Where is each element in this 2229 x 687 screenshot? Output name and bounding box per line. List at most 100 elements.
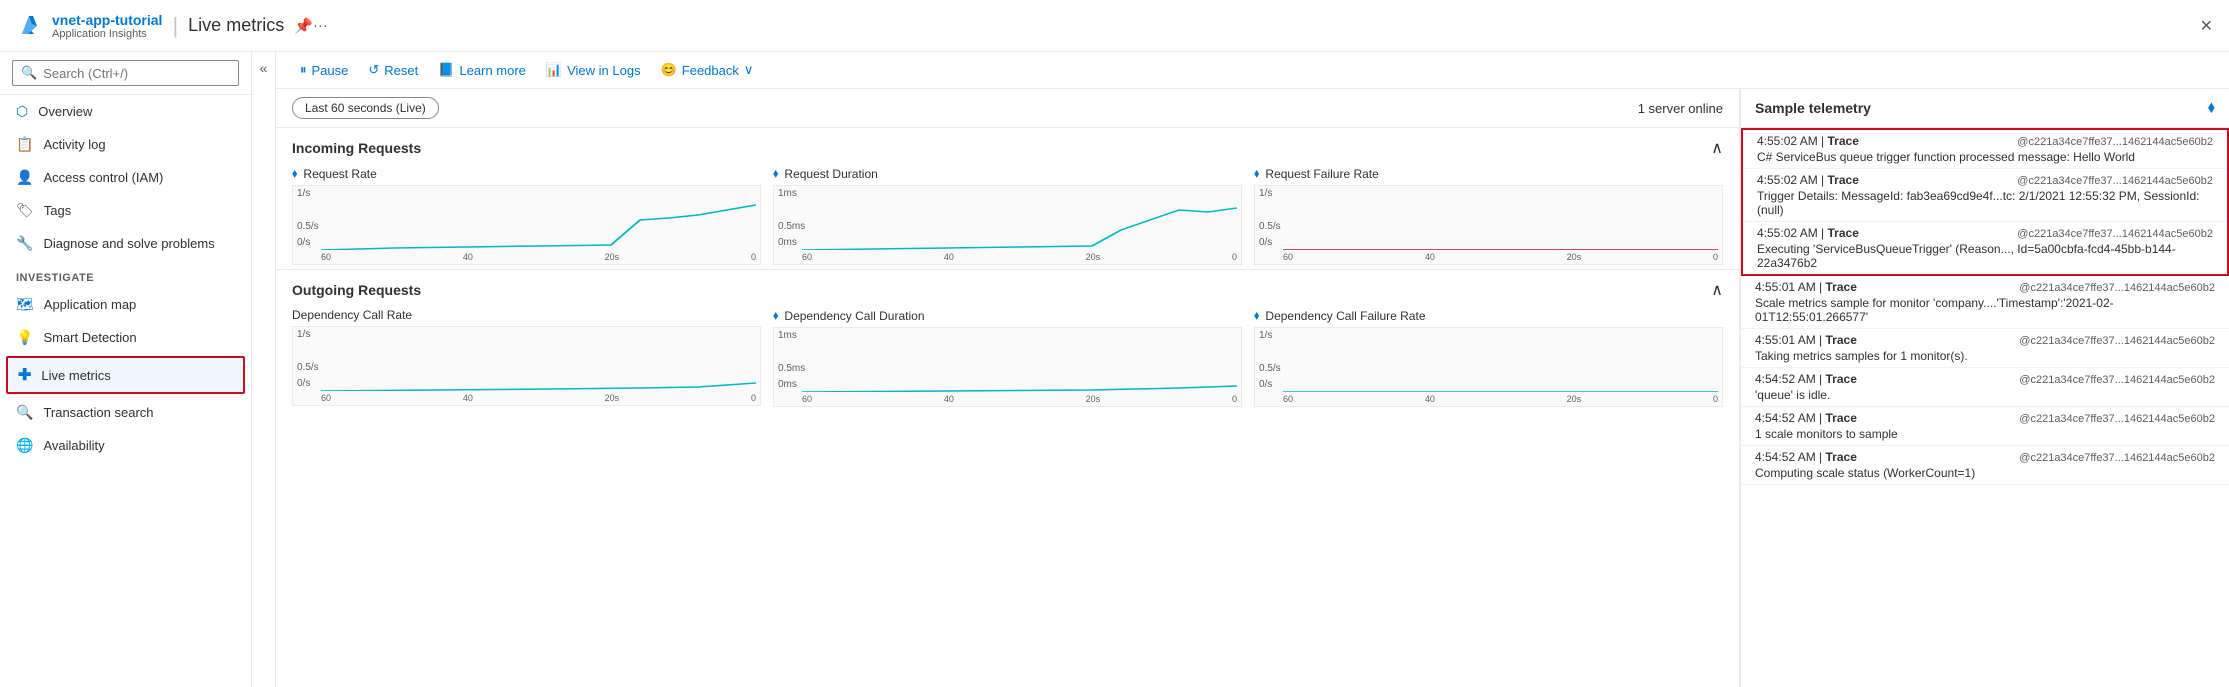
telemetry-item-3[interactable]: 4:55:01 AM | Trace @c221a34ce7ffe37...14… — [1741, 276, 2229, 329]
nav-smart-detection[interactable]: 💡 Smart Detection — [0, 321, 251, 354]
investigate-section-header: Investigate — [0, 260, 251, 288]
access-control-label: Access control (IAM) — [43, 170, 163, 185]
request-duration-title: Request Duration — [784, 167, 877, 181]
telemetry-time-2: 4:55:02 AM — [1757, 226, 1818, 240]
application-map-icon: 🗺 — [16, 296, 34, 313]
telemetry-type-5: Trace — [1826, 372, 1857, 386]
feedback-icon: 😊 — [661, 62, 677, 78]
telemetry-message-1: Trigger Details: MessageId: fab3ea69cd9e… — [1757, 189, 2213, 217]
telemetry-type-4: Trace — [1826, 333, 1857, 347]
telemetry-message-4: Taking metrics samples for 1 monitor(s). — [1755, 349, 2215, 363]
live-metrics-icon: ✚ — [18, 365, 31, 385]
search-icon: 🔍 — [21, 65, 37, 81]
sidebar: 🔍 ⬡ Overview 📋 Activity log 👤 Access con… — [0, 52, 252, 687]
feedback-button[interactable]: 😊 Feedback ∨ — [653, 58, 762, 82]
nav-diagnose[interactable]: 🔧 Diagnose and solve problems — [0, 227, 251, 260]
availability-icon: 🌐 — [16, 437, 33, 454]
view-in-logs-button[interactable]: 📊 View in Logs — [538, 58, 649, 82]
telemetry-type-3: Trace — [1826, 280, 1857, 294]
telemetry-id-5: @c221a34ce7ffe37...1462144ac5e60b2 — [2019, 374, 2215, 386]
pin-button[interactable]: 📌 — [294, 17, 313, 35]
telemetry-item-5[interactable]: 4:54:52 AM | Trace @c221a34ce7ffe37...14… — [1741, 368, 2229, 407]
dep-duration-filter-icon[interactable]: ⬧ — [773, 308, 778, 323]
dependency-call-duration-metric: ⬧ Dependency Call Duration 1ms 0.5ms 0ms — [773, 308, 1242, 407]
telemetry-item-0[interactable]: 4:55:02 AM | Trace @c221a34ce7ffe37...14… — [1743, 130, 2227, 169]
learn-more-button[interactable]: 📘 Learn more — [430, 58, 534, 82]
outgoing-collapse-button[interactable]: ∧ — [1711, 280, 1723, 300]
telemetry-item-2[interactable]: 4:55:02 AM | Trace @c221a34ce7ffe37...14… — [1743, 222, 2227, 274]
dep-failure-filter-icon[interactable]: ⬧ — [1254, 308, 1259, 323]
telemetry-title: Sample telemetry — [1755, 100, 1871, 116]
telemetry-message-0: C# ServiceBus queue trigger function pro… — [1757, 150, 2213, 164]
view-in-logs-icon: 📊 — [546, 62, 562, 78]
tags-icon: 🏷 — [16, 202, 34, 219]
nav-tags[interactable]: 🏷 Tags — [0, 194, 251, 227]
incoming-collapse-button[interactable]: ∧ — [1711, 138, 1723, 158]
request-failure-rate-metric: ⬧ Request Failure Rate 1/s 0.5/s 0/s — [1254, 166, 1723, 265]
header-divider: | — [172, 13, 178, 39]
pause-icon: ⏸ — [300, 62, 307, 78]
transaction-search-icon: 🔍 — [16, 404, 33, 421]
app-subtitle: Application Insights — [52, 28, 162, 40]
overview-label: Overview — [38, 104, 92, 119]
time-badge: Last 60 seconds (Live) — [292, 97, 439, 119]
telemetry-type-6: Trace — [1826, 411, 1857, 425]
telemetry-message-2: Executing 'ServiceBusQueueTrigger' (Reas… — [1757, 242, 2213, 270]
request-duration-metric: ⬧ Request Duration 1ms 0.5ms 0ms — [773, 166, 1242, 265]
overview-icon: ⬡ — [16, 103, 28, 120]
telemetry-time-5: 4:54:52 AM — [1755, 372, 1816, 386]
live-metrics-label: Live metrics — [41, 368, 110, 383]
nav-live-metrics[interactable]: ✚ Live metrics — [8, 358, 243, 392]
page-title: Live metrics — [188, 15, 284, 36]
dep-duration-title: Dependency Call Duration — [784, 309, 924, 323]
smart-detection-label: Smart Detection — [43, 330, 136, 345]
telemetry-item-6[interactable]: 4:54:52 AM | Trace @c221a34ce7ffe37...14… — [1741, 407, 2229, 446]
telemetry-type-1: Trace — [1828, 173, 1859, 187]
request-rate-metric: ⬧ Request Rate 1/s 0.5/s 0/s — [292, 166, 761, 265]
telemetry-id-1: @c221a34ce7ffe37...1462144ac5e60b2 — [2017, 175, 2213, 187]
telemetry-filter-icon[interactable]: ⬧ — [2208, 99, 2215, 117]
telemetry-id-6: @c221a34ce7ffe37...1462144ac5e60b2 — [2019, 413, 2215, 425]
sidebar-collapse-button[interactable]: « — [260, 60, 268, 76]
nav-access-control[interactable]: 👤 Access control (IAM) — [0, 161, 251, 194]
reset-button[interactable]: ↺ Reset — [360, 58, 426, 82]
nav-overview[interactable]: ⬡ Overview — [0, 95, 251, 128]
search-input[interactable] — [43, 66, 230, 81]
pause-button[interactable]: ⏸ Pause — [292, 58, 356, 82]
app-name: vnet-app-tutorial — [52, 12, 162, 28]
telemetry-panel: Sample telemetry ⬧ 4:55:02 AM | Trace @c… — [1739, 89, 2229, 687]
request-failure-rate-title: Request Failure Rate — [1265, 167, 1378, 181]
dependency-call-failure-rate-metric: ⬧ Dependency Call Failure Rate 1/s 0.5/s… — [1254, 308, 1723, 407]
telemetry-message-5: 'queue' is idle. — [1755, 388, 2215, 402]
incoming-requests-title: Incoming Requests — [292, 140, 421, 156]
reset-icon: ↺ — [368, 62, 379, 78]
telemetry-time-7: 4:54:52 AM — [1755, 450, 1816, 464]
request-duration-filter-icon[interactable]: ⬧ — [773, 166, 778, 181]
feedback-dropdown-icon: ∨ — [744, 62, 754, 78]
telemetry-message-3: Scale metrics sample for monitor 'compan… — [1755, 296, 2215, 324]
more-options-button[interactable]: ··· — [313, 17, 328, 34]
transaction-search-label: Transaction search — [43, 405, 153, 420]
telemetry-id-2: @c221a34ce7ffe37...1462144ac5e60b2 — [2017, 228, 2213, 240]
nav-application-map[interactable]: 🗺 Application map — [0, 288, 251, 321]
outgoing-requests-title: Outgoing Requests — [292, 282, 421, 298]
request-rate-filter-icon[interactable]: ⬧ — [292, 166, 297, 181]
nav-transaction-search[interactable]: 🔍 Transaction search — [0, 396, 251, 429]
diagnose-icon: 🔧 — [16, 235, 33, 252]
telemetry-time-4: 4:55:01 AM — [1755, 333, 1816, 347]
nav-activity-log[interactable]: 📋 Activity log — [0, 128, 251, 161]
telemetry-item-1[interactable]: 4:55:02 AM | Trace @c221a34ce7ffe37...14… — [1743, 169, 2227, 222]
dep-failure-title: Dependency Call Failure Rate — [1265, 309, 1425, 323]
activity-log-label: Activity log — [43, 137, 105, 152]
telemetry-type-2: Trace — [1828, 226, 1859, 240]
nav-availability[interactable]: 🌐 Availability — [0, 429, 251, 462]
dependency-call-rate-metric: Dependency Call Rate 1/s 0.5/s 0/s — [292, 308, 761, 407]
telemetry-time-0: 4:55:02 AM — [1757, 134, 1818, 148]
telemetry-item-4[interactable]: 4:55:01 AM | Trace @c221a34ce7ffe37...14… — [1741, 329, 2229, 368]
telemetry-item-7[interactable]: 4:54:52 AM | Trace @c221a34ce7ffe37...14… — [1741, 446, 2229, 485]
telemetry-message-6: 1 scale monitors to sample — [1755, 427, 2215, 441]
telemetry-time-6: 4:54:52 AM — [1755, 411, 1816, 425]
tags-label: Tags — [44, 203, 71, 218]
close-button[interactable]: ✕ — [2200, 16, 2213, 36]
request-failure-filter-icon[interactable]: ⬧ — [1254, 166, 1259, 181]
